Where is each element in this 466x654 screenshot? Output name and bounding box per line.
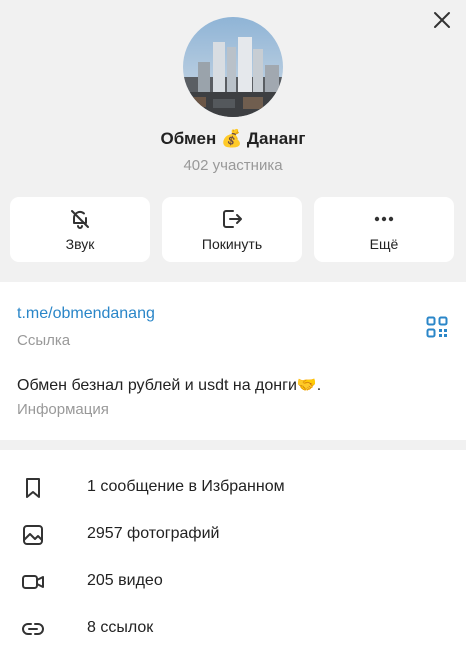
avatar-cityscape-image xyxy=(183,17,283,117)
mute-button[interactable]: Звук xyxy=(10,197,150,262)
more-button[interactable]: Ещё xyxy=(314,197,454,262)
media-row-label: 8 ссылок xyxy=(87,619,154,636)
media-row-videos[interactable]: 205 видео xyxy=(0,558,466,605)
mute-label: Звук xyxy=(65,236,95,252)
media-row-photos[interactable]: 2957 фотографий xyxy=(0,511,466,558)
media-row-label: 205 видео xyxy=(87,572,163,589)
leave-label: Покинуть xyxy=(201,236,263,252)
close-icon xyxy=(434,12,450,28)
more-label: Ещё xyxy=(369,236,399,252)
qr-code-button[interactable] xyxy=(426,316,448,338)
info-card: t.me/obmendanang Ссылка Обмен безнал руб… xyxy=(0,282,466,440)
media-row-label: 1 сообщение в Избранном xyxy=(87,478,285,495)
link-caption: Ссылка xyxy=(17,332,71,349)
close-button[interactable] xyxy=(430,8,454,32)
action-buttons: Звук Покинуть Ещё xyxy=(10,197,456,262)
channel-title: Обмен 💰 Дананг xyxy=(160,129,306,148)
link-icon xyxy=(22,623,44,635)
avatar[interactable] xyxy=(183,17,283,117)
media-row-links[interactable]: 8 ссылок xyxy=(0,605,466,652)
more-dots-icon xyxy=(374,216,394,222)
leave-icon xyxy=(223,210,242,228)
bookmark-icon xyxy=(26,478,40,498)
qr-code-icon xyxy=(426,316,448,338)
video-icon xyxy=(22,575,44,589)
photo-icon xyxy=(23,525,43,545)
leave-button[interactable]: Покинуть xyxy=(162,197,302,262)
section-divider xyxy=(0,440,466,450)
media-row-label: 2957 фотографий xyxy=(87,525,220,542)
bell-off-icon xyxy=(71,210,89,229)
description-caption: Информация xyxy=(17,401,109,418)
media-row-saved[interactable]: 1 сообщение в Избранном xyxy=(0,464,466,511)
member-count: 402 участника xyxy=(183,157,283,174)
channel-description: Обмен безнал рублей и usdt на донги🤝. xyxy=(17,377,322,394)
channel-link[interactable]: t.me/obmendanang xyxy=(17,305,155,323)
shared-media-list: 1 сообщение в Избранном 2957 фотографий … xyxy=(0,450,466,654)
